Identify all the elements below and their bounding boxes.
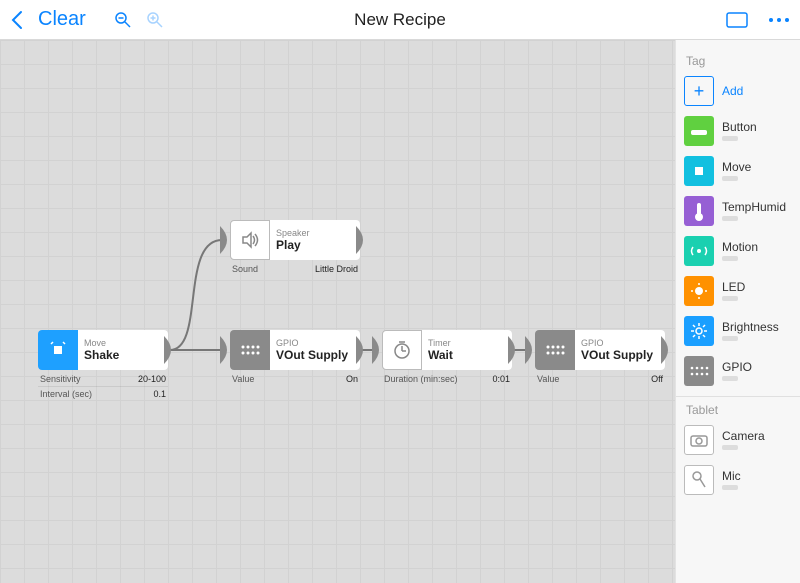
mic-icon [684, 465, 714, 495]
motion-icon [684, 236, 714, 266]
move-icon [38, 330, 78, 370]
connector-out-icon[interactable] [508, 336, 522, 364]
node-name-label: VOut Supply [581, 348, 659, 362]
sidebar: Tag + Add Button Move TempHumid Motion L… [675, 40, 800, 583]
toolbar: Clear New Recipe [0, 0, 800, 40]
move-icon [684, 156, 714, 186]
node-speaker[interactable]: Speaker Play SoundLittle Droid [230, 220, 360, 276]
node-type-label: GPIO [581, 339, 659, 348]
node-timer[interactable]: Timer Wait Duration (min:sec)0:01 [382, 330, 512, 386]
param-row[interactable]: ValueOn [230, 372, 360, 386]
palette-item-mic[interactable]: Mic [684, 465, 792, 495]
param-row[interactable]: Sensitivity20-100 [38, 372, 168, 387]
gpio-icon [535, 330, 575, 370]
add-tag-button[interactable]: + Add [684, 76, 792, 106]
section-title-tablet: Tablet [686, 403, 792, 417]
palette-item-camera[interactable]: Camera [684, 425, 792, 455]
more-button[interactable] [768, 17, 790, 23]
palette-item-led[interactable]: LED [684, 276, 792, 306]
page-title: New Recipe [354, 10, 446, 30]
canvas[interactable]: Move Shake Sensitivity20-100 Interval (s… [0, 40, 675, 583]
node-type-label: Timer [428, 339, 506, 348]
timer-icon [382, 330, 422, 370]
wire-layer [0, 40, 675, 583]
node-type-label: Move [84, 339, 162, 348]
brightness-icon [684, 316, 714, 346]
param-row[interactable]: Interval (sec)0.1 [38, 387, 168, 401]
connector-in-icon[interactable] [220, 336, 234, 364]
palette-item-button[interactable]: Button [684, 116, 792, 146]
node-name-label: Play [276, 238, 354, 252]
palette-item-temphumid[interactable]: TempHumid [684, 196, 792, 226]
node-type-label: Speaker [276, 229, 354, 238]
zoom-out-button[interactable] [114, 11, 132, 29]
palette-item-brightness[interactable]: Brightness [684, 316, 792, 346]
palette-item-motion[interactable]: Motion [684, 236, 792, 266]
temp-icon [684, 196, 714, 226]
node-shake[interactable]: Move Shake Sensitivity20-100 Interval (s… [38, 330, 168, 401]
connector-in-icon[interactable] [372, 336, 386, 364]
node-type-label: GPIO [276, 339, 354, 348]
plus-icon: + [684, 76, 714, 106]
palette-item-move[interactable]: Move [684, 156, 792, 186]
zoom-in-button[interactable] [146, 11, 164, 29]
tablet-icon[interactable] [726, 12, 748, 28]
connector-out-icon[interactable] [356, 336, 370, 364]
palette-item-gpio[interactable]: GPIO [684, 356, 792, 386]
gpio-icon [230, 330, 270, 370]
param-row[interactable]: Duration (min:sec)0:01 [382, 372, 512, 386]
param-row[interactable]: SoundLittle Droid [230, 262, 360, 276]
speaker-icon [230, 220, 270, 260]
node-name-label: VOut Supply [276, 348, 354, 362]
clear-button[interactable]: Clear [38, 8, 86, 31]
param-row[interactable]: ValueOff [535, 372, 665, 386]
led-icon [684, 276, 714, 306]
connector-in-icon[interactable] [220, 226, 234, 254]
connector-in-icon[interactable] [525, 336, 539, 364]
button-icon [684, 116, 714, 146]
node-gpio-on[interactable]: GPIO VOut Supply ValueOn [230, 330, 360, 386]
node-name-label: Wait [428, 348, 506, 362]
node-gpio-off[interactable]: GPIO VOut Supply ValueOff [535, 330, 665, 386]
camera-icon [684, 425, 714, 455]
connector-out-icon[interactable] [356, 226, 370, 254]
node-name-label: Shake [84, 348, 162, 362]
section-title-tag: Tag [686, 54, 792, 68]
back-button[interactable] [10, 10, 24, 30]
connector-out-icon[interactable] [661, 336, 675, 364]
gpio-icon [684, 356, 714, 386]
connector-out-icon[interactable] [164, 336, 178, 364]
